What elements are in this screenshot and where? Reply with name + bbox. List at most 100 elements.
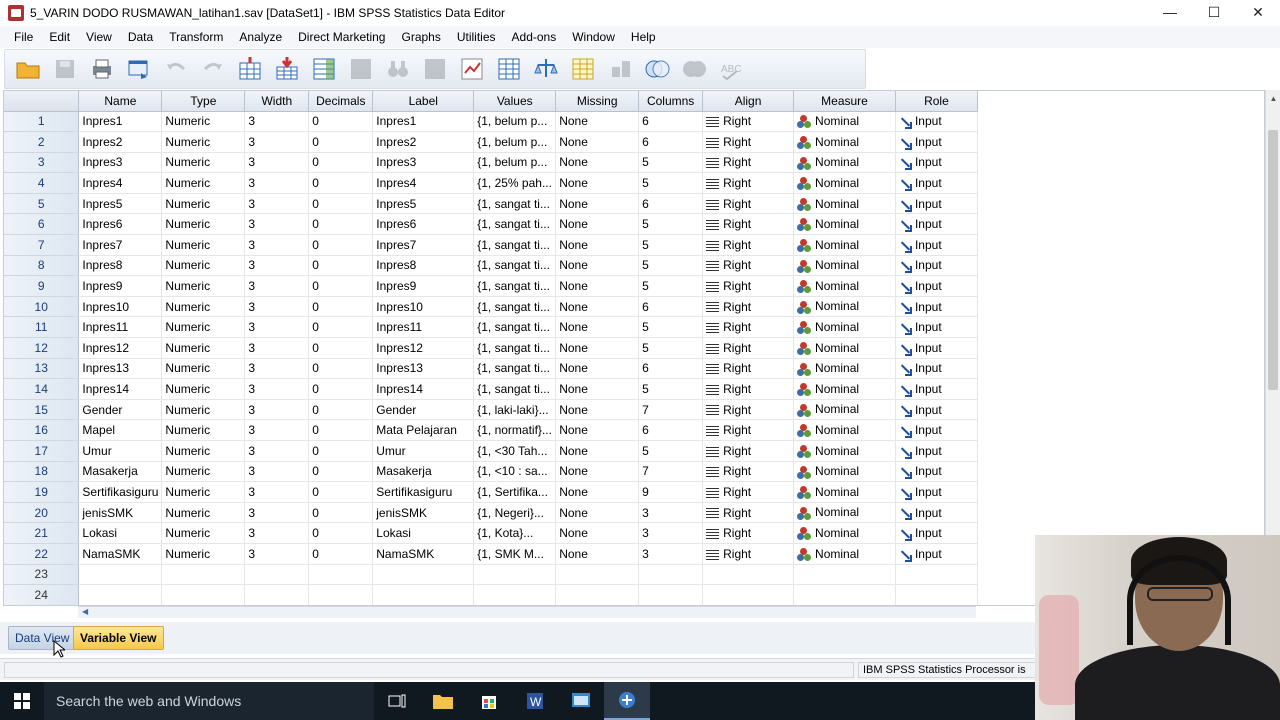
row-number[interactable]: 17 (4, 440, 80, 462)
cell-type[interactable]: Numeric (161, 152, 246, 174)
cell-measure[interactable]: Nominal (793, 543, 896, 565)
cell-label[interactable]: Inpres7 (372, 234, 475, 256)
cell-columns[interactable]: 5 (638, 337, 704, 359)
cell-measure[interactable]: Nominal (793, 131, 896, 153)
menu-direct-marketing[interactable]: Direct Marketing (290, 30, 393, 44)
cell-columns[interactable]: 9 (638, 481, 704, 503)
cell-align[interactable]: Right (702, 419, 795, 441)
open-folder-icon[interactable] (13, 54, 43, 84)
cell-values[interactable]: {1, sangat ti... (473, 213, 557, 236)
cell-width[interactable]: 3 (244, 461, 310, 483)
cell-align[interactable]: Right (702, 234, 795, 256)
table-row[interactable]: 4 Inpres4 Numeric 3 0 Inpres4 {1, 25% pah... No… (4, 172, 1264, 194)
cell-width[interactable]: 3 (244, 213, 310, 236)
cell-type[interactable]: Numeric (161, 234, 246, 256)
corner-cell[interactable] (4, 91, 80, 112)
table-row[interactable]: 19 Sertifikasiguru Numeric 3 0 Sertifikasigur… (4, 481, 1264, 503)
cell-label[interactable]: Inpres10 (372, 296, 475, 318)
cell-name[interactable]: Inpres3 (78, 152, 163, 174)
cell-name[interactable]: Mapel (78, 419, 163, 441)
binoculars-icon[interactable] (383, 54, 413, 84)
empty-cell[interactable] (244, 564, 310, 586)
cell-missing[interactable]: None (555, 378, 640, 400)
cell-name[interactable]: NamaSMK (78, 543, 163, 565)
menu-help[interactable]: Help (623, 30, 664, 44)
cell-values[interactable]: {1, sangat ti... (473, 296, 557, 318)
cell-values[interactable]: {1, Sertifika... (473, 481, 557, 503)
col-header-type[interactable]: Type (161, 91, 246, 112)
cell-label[interactable]: Inpres8 (372, 255, 475, 277)
empty-cell[interactable] (78, 564, 163, 586)
cell-decimals[interactable]: 0 (308, 378, 374, 400)
cell-columns[interactable]: 5 (638, 275, 704, 297)
row-number[interactable]: 23 (4, 564, 80, 586)
table-row[interactable]: 14 Inpres14 Numeric 3 0 Inpres14 {1, sangat ti… (4, 378, 1264, 400)
minimize-button[interactable]: — (1148, 0, 1192, 24)
undo-icon[interactable] (161, 54, 191, 84)
cell-width[interactable]: 3 (244, 131, 310, 153)
cell-align[interactable]: Right (702, 111, 795, 133)
word-icon[interactable]: W (512, 682, 558, 720)
cell-label[interactable]: Mata Pelajaran (372, 419, 475, 441)
cell-measure[interactable]: Nominal (793, 419, 896, 441)
empty-cell[interactable] (473, 564, 557, 586)
cell-width[interactable]: 3 (244, 275, 310, 297)
cell-missing[interactable]: None (555, 543, 640, 565)
cell-align[interactable]: Right (702, 172, 795, 194)
windows-start-icon[interactable] (0, 682, 44, 720)
value-labels-icon[interactable] (568, 54, 598, 84)
cell-name[interactable]: Inpres6 (78, 213, 163, 236)
menu-transform[interactable]: Transform (161, 30, 231, 44)
cell-role[interactable]: Input (895, 296, 978, 318)
cell-role[interactable]: Input (895, 461, 978, 483)
dialog-recall-icon[interactable] (124, 54, 154, 84)
cell-role[interactable]: Input (895, 337, 978, 359)
cell-columns[interactable]: 3 (638, 502, 704, 524)
cell-role[interactable]: Input (895, 481, 978, 503)
empty-cell[interactable] (895, 584, 978, 605)
table-row[interactable]: 15 Gender Numeric 3 0 Gender {1, laki-laki}...… (4, 399, 1264, 421)
col-header-label[interactable]: Label (372, 91, 475, 112)
empty-cell[interactable] (555, 584, 640, 605)
cell-columns[interactable]: 6 (638, 111, 704, 133)
cell-label[interactable]: Lokasi (372, 522, 475, 544)
cell-align[interactable]: Right (702, 316, 795, 339)
table-row[interactable]: 9 Inpres9 Numeric 3 0 Inpres9 {1, sangat ti...… (4, 275, 1264, 297)
cell-width[interactable]: 3 (244, 440, 310, 462)
cell-values[interactable]: {1, sangat ti... (473, 378, 557, 400)
cell-align[interactable]: Right (702, 275, 795, 297)
cell-values[interactable]: {1, sangat ti... (473, 275, 557, 297)
cell-width[interactable]: 3 (244, 255, 310, 277)
cell-values[interactable]: {1, sangat ti... (473, 255, 557, 277)
row-number[interactable]: 24 (4, 584, 80, 605)
cell-missing[interactable]: None (555, 111, 640, 133)
cell-decimals[interactable]: 0 (308, 419, 374, 441)
cell-type[interactable]: Numeric (161, 502, 246, 524)
insert-cases-icon[interactable] (420, 54, 450, 84)
cell-align[interactable]: Right (702, 193, 795, 215)
cell-measure[interactable]: Nominal (793, 502, 896, 524)
cell-missing[interactable]: None (555, 440, 640, 462)
cell-width[interactable]: 3 (244, 543, 310, 565)
col-header-missing[interactable]: Missing (555, 91, 640, 112)
cell-width[interactable]: 3 (244, 152, 310, 174)
find-icon[interactable] (346, 54, 376, 84)
col-header-decimals[interactable]: Decimals (308, 91, 374, 112)
cell-role[interactable]: Input (895, 234, 978, 256)
cell-label[interactable]: Inpres13 (372, 358, 475, 380)
cell-missing[interactable]: None (555, 234, 640, 256)
cell-align[interactable]: Right (702, 296, 795, 318)
cell-role[interactable]: Input (895, 111, 978, 133)
cell-label[interactable]: Sertifikasiguru (372, 481, 475, 503)
cell-type[interactable]: Numeric (161, 172, 246, 194)
cell-type[interactable]: Numeric (161, 193, 246, 215)
cell-values[interactable]: {1, sangat ti... (473, 358, 557, 380)
cell-name[interactable]: Inpres7 (78, 234, 163, 256)
spell-check-icon[interactable] (679, 54, 709, 84)
cell-columns[interactable]: 5 (638, 316, 704, 339)
row-number[interactable]: 10 (4, 296, 80, 318)
cell-columns[interactable]: 5 (638, 440, 704, 462)
cell-columns[interactable]: 3 (638, 522, 704, 544)
empty-cell[interactable] (161, 584, 246, 605)
cell-measure[interactable]: Nominal (793, 358, 896, 380)
